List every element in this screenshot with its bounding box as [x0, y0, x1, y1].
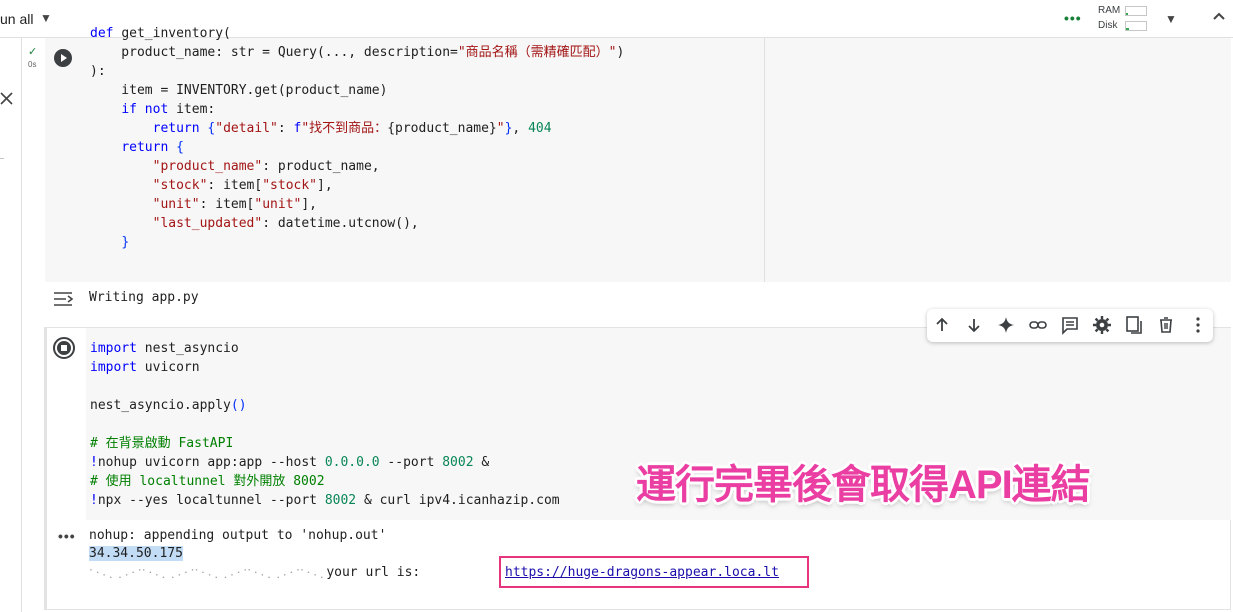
editor-ruler — [764, 38, 765, 282]
runtime-options-dropdown-icon[interactable]: ▼ — [1165, 12, 1177, 26]
output-toggle-icon[interactable] — [52, 290, 76, 308]
code-cell-1-source[interactable]: def get_inventory( product_name: str = Q… — [90, 24, 624, 252]
output-line-nohup: nohup: appending output to 'nohup.out' — [89, 528, 387, 543]
ram-label: RAM — [1098, 5, 1121, 16]
code-line: item = INVENTORY.get(product_name) — [90, 83, 388, 98]
code-line: def get_inventory( — [90, 26, 231, 41]
left-sidebar-rail — [0, 38, 22, 612]
gemini-sparkle-icon[interactable] — [996, 315, 1016, 335]
api-url-link[interactable]: https://huge-dragons-appear.loca.lt — [505, 565, 779, 580]
code-line: product_name: str = Query(..., descripti… — [90, 45, 625, 60]
code-line: return {"detail": f"找不到商品：{product_name}… — [152, 121, 552, 136]
code-line: return { — [121, 140, 184, 155]
code-line: import nest_asyncio — [90, 341, 239, 356]
chevron-up-icon[interactable] — [1212, 9, 1226, 23]
spinner-glyphs: ⠁⠂⠄⡀⢀⠠⠐⠈⠁⠂⠄⡀⢀⠠⠐⠈⠁⠂⠄⡀⢀⠠⠐⠈⠁⠂⠄⡀⢀⠠⠐⠈⠁⠂⠄⡀ — [89, 569, 327, 579]
code-line: import uvicorn — [90, 360, 200, 375]
code-line: "stock": item["stock"], — [152, 178, 333, 193]
run-cell-button[interactable] — [53, 48, 73, 68]
code-line: !npx --yes localtunnel --port 8002 & cur… — [90, 493, 560, 508]
close-icon[interactable] — [0, 92, 14, 106]
code-line: !nohup uvicorn app:app --host 0.0.0.0 --… — [90, 455, 490, 470]
run-all-button[interactable]: un all — [0, 11, 33, 27]
code-line: nest_asyncio.apply() — [90, 398, 247, 413]
rail-divider — [0, 158, 4, 159]
disk-label: Disk — [1098, 20, 1118, 31]
output-ip-address: 34.34.50.175 — [89, 546, 183, 561]
link-icon[interactable] — [1028, 315, 1048, 335]
code-line: } — [121, 235, 130, 250]
more-options-icon[interactable] — [1188, 315, 1208, 335]
code-line: "unit": item["unit"], — [152, 197, 318, 212]
move-cell-up-icon[interactable] — [932, 315, 952, 335]
disk-usage-bar[interactable] — [1125, 21, 1147, 31]
annotation-text: 運行完畢後會取得API連結 — [636, 463, 1091, 507]
stop-cell-button[interactable] — [52, 336, 76, 360]
comment-icon[interactable] — [1060, 315, 1080, 335]
ram-usage-fill — [1126, 13, 1128, 15]
code-line: "last_updated": datetime.utcnow(), — [152, 216, 419, 231]
code-cell-2-source[interactable]: import nest_asyncio import uvicorn nest_… — [90, 339, 560, 510]
execution-time: 0s — [28, 60, 37, 69]
move-cell-down-icon[interactable] — [964, 315, 984, 335]
url-prefix: your url is: — [326, 565, 429, 580]
code-line: if not item: — [121, 102, 216, 117]
gear-icon[interactable] — [1092, 315, 1112, 335]
code-line: # 使用 localtunnel 對外開放 8002 — [90, 474, 325, 489]
run-all-dropdown-icon[interactable]: ▼ — [40, 11, 52, 25]
mirror-cell-icon[interactable] — [1124, 315, 1144, 335]
code-line: ): — [90, 64, 106, 79]
delete-icon[interactable] — [1156, 315, 1176, 335]
execution-success-icon: ✓ — [28, 46, 38, 58]
code-line: # 在背景啟動 FastAPI — [90, 436, 234, 451]
ram-usage-bar[interactable] — [1125, 6, 1147, 16]
output-url-line: ⠁⠂⠄⡀⢀⠠⠐⠈⠁⠂⠄⡀⢀⠠⠐⠈⠁⠂⠄⡀⢀⠠⠐⠈⠁⠂⠄⡀⢀⠠⠐⠈⠁⠂⠄⡀your… — [89, 565, 428, 580]
connected-status-icon[interactable]: ••• — [1064, 10, 1082, 26]
cell-action-toolbar — [927, 309, 1213, 342]
output-menu-icon[interactable]: ••• — [58, 528, 76, 544]
cell-1-output: Writing app.py — [89, 290, 199, 305]
disk-usage-fill — [1126, 28, 1129, 30]
code-line: "product_name": product_name, — [152, 159, 380, 174]
